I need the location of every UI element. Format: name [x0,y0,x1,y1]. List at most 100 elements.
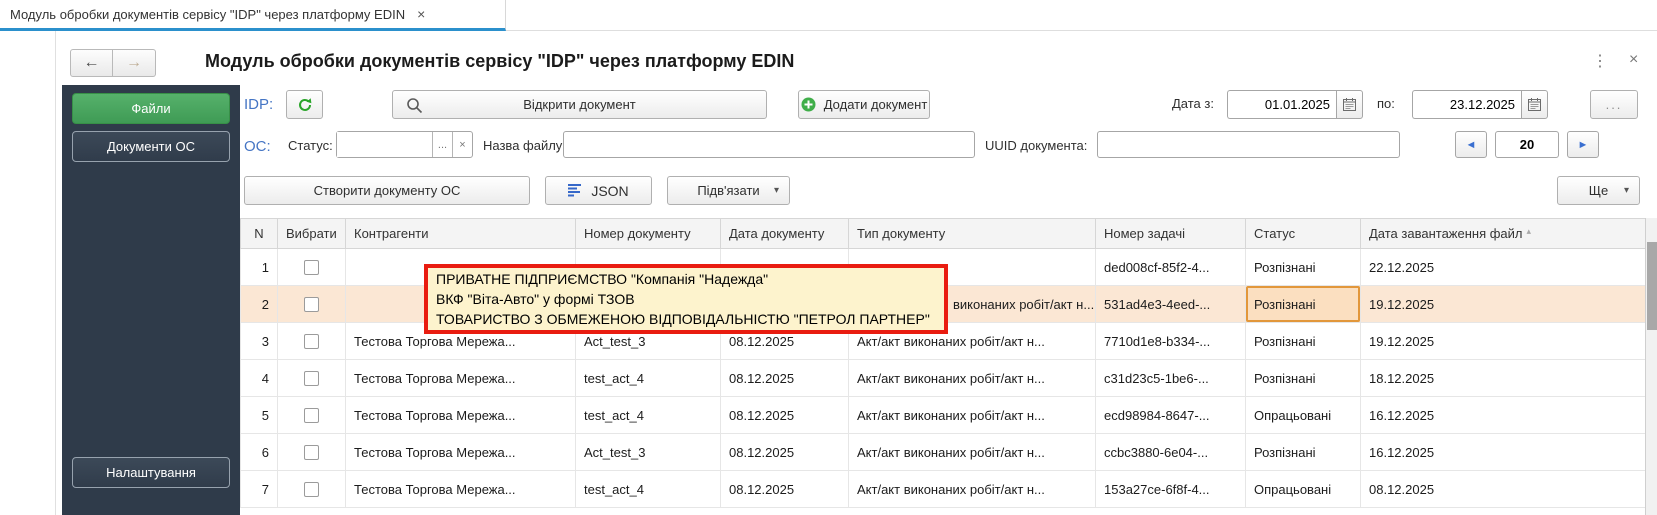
cell-select [278,397,346,434]
more-button[interactable]: Ще ▾ [1557,176,1640,205]
next-page-button[interactable]: ► [1567,131,1599,158]
cell-doc-date: 08.12.2025 [721,434,849,471]
tab-bar: Модуль обробки документів сервісу "IDP" … [0,0,1657,31]
bind-button[interactable]: Підв'язати ▾ [667,176,790,205]
table-row[interactable]: 4Тестова Торгова Мережа...test_act_408.1… [241,360,1646,397]
app-window: Модуль обробки документів сервісу "IDP" … [0,0,1657,515]
row-checkbox[interactable] [304,482,319,497]
date-to-input[interactable] [1412,90,1521,119]
column-header-select[interactable]: Вибрати [278,219,346,249]
cell-doc-number: test_act_4 [576,397,721,434]
cell-upload-date: 18.12.2025 [1361,360,1646,397]
json-button[interactable]: JSON [545,176,652,205]
filename-input[interactable] [563,131,975,158]
status-label: Статус: [288,138,333,153]
date-to-calendar-button[interactable] [1521,90,1548,119]
cell-upload-date: 08.12.2025 [1361,471,1646,508]
date-from-group [1227,90,1363,119]
os-label: ОС: [244,138,271,155]
back-button[interactable]: ← [70,49,113,77]
row-checkbox[interactable] [304,334,319,349]
cell-row-index: 4 [241,360,278,397]
cell-doc-type: Акт/акт виконаних робіт/акт н... [849,434,1096,471]
column-header-doc-type[interactable]: Тип документу [849,219,1096,249]
cell-doc-number: Act_test_3 [576,434,721,471]
page-size-input[interactable] [1495,131,1559,158]
sidebar-item-os-documents[interactable]: Документи ОС [72,131,230,162]
date-to-label: по: [1377,96,1395,111]
cell-row-index: 2 [241,286,278,323]
json-label: JSON [591,183,628,199]
table-row[interactable]: 7Тестова Торгова Мережа...test_act_408.1… [241,471,1646,508]
date-from-calendar-button[interactable] [1336,90,1363,119]
calendar-icon [1528,98,1541,111]
row-checkbox[interactable] [304,445,319,460]
plus-icon [801,97,816,112]
column-header-doc-date[interactable]: Дата документу [721,219,849,249]
prev-page-button[interactable]: ◄ [1455,131,1487,158]
annotation-box: ПРИВАТНЕ ПІДПРИЄМСТВО "Компанія "Надежда… [424,264,948,334]
status-pick-button[interactable]: ... [432,132,452,157]
table-row[interactable]: 6 Тестова Торгова Мережа...Act_test_308.1… [241,434,1646,471]
row-checkbox[interactable] [304,260,319,275]
cell-status: Розпізнані [1246,360,1361,397]
tab-title: Модуль обробки документів сервісу "IDP" … [10,7,405,22]
cell-doc-date: 08.12.2025 [721,360,849,397]
tab-idp-module[interactable]: Модуль обробки документів сервісу "IDP" … [0,0,506,31]
vertical-scrollbar[interactable] [1645,218,1657,515]
more-menu-icon[interactable]: ⋮ [1592,51,1608,71]
column-header-upload-date[interactable]: Дата завантаження файл▴ [1361,219,1646,249]
cell-select [278,360,346,397]
date-from-input[interactable] [1227,90,1336,119]
window-close-icon[interactable]: × [1629,51,1638,69]
open-document-button[interactable]: Відкрити документ [392,90,767,119]
cell-row-index: 6 [241,434,278,471]
cell-task-number: 7710d1e8-b334-... [1096,323,1246,360]
cell-contractor: Тестова Торгова Мережа... [346,434,576,471]
row-checkbox[interactable] [304,408,319,423]
cell-task-number: ded008cf-85f2-4... [1096,249,1246,286]
uuid-input[interactable] [1097,131,1400,158]
scrollbar-thumb[interactable] [1647,242,1657,330]
more-label: Ще [1589,183,1608,198]
chevron-down-icon: ▾ [774,185,779,196]
open-document-label: Відкрити документ [523,97,635,112]
column-header-contractors[interactable]: Контрагенти [346,219,576,249]
table-row[interactable]: 5Тестова Торгова Мережа...test_act_408.1… [241,397,1646,434]
tab-close-icon[interactable]: × [417,7,425,21]
cell-doc-number: test_act_4 [576,471,721,508]
cell-select [278,471,346,508]
column-header-task-number[interactable]: Номер задачі [1096,219,1246,249]
column-header-status[interactable]: Статус [1246,219,1361,249]
column-header-n[interactable]: N [241,219,278,249]
sort-ascending-icon: ▴ [1527,226,1532,236]
add-document-button[interactable]: Додати документ [798,90,930,119]
refresh-button[interactable] [286,90,323,119]
cell-select [278,434,346,471]
cell-task-number: 531ad4e3-4eed-... [1096,286,1246,323]
create-os-document-button[interactable]: Створити документу ОС [244,176,530,205]
cell-contractor: Тестова Торгова Мережа... [346,471,576,508]
row-checkbox[interactable] [304,371,319,386]
sidebar-item-files[interactable]: Файли [72,93,230,124]
cell-doc-number: test_act_4 [576,360,721,397]
forward-button[interactable]: → [113,49,156,77]
refresh-icon [297,97,313,113]
cell-row-index: 3 [241,323,278,360]
cell-select [278,249,346,286]
column-header-doc-number[interactable]: Номер документу [576,219,721,249]
date-more-options-button[interactable]: ... [1590,90,1638,119]
cell-status: Розпізнані [1246,434,1361,471]
row-checkbox[interactable] [304,297,319,312]
idp-label: IDP: [244,96,273,113]
status-input[interactable] [337,132,432,157]
cell-doc-type: Акт/акт виконаних робіт/акт н... [849,471,1096,508]
json-icon [568,184,583,197]
status-clear-button[interactable]: × [452,132,472,157]
sidebar-item-settings[interactable]: Налаштування [72,457,230,488]
nav-buttons: ← → [70,49,156,77]
page-title: Модуль обробки документів сервісу "IDP" … [205,51,794,72]
bind-label: Підв'язати [697,183,759,198]
date-to-group [1412,90,1548,119]
contractors-tooltip-line: ПРИВАТНЕ ПІДПРИЄМСТВО "Компанія "Надежда… [428,269,944,289]
